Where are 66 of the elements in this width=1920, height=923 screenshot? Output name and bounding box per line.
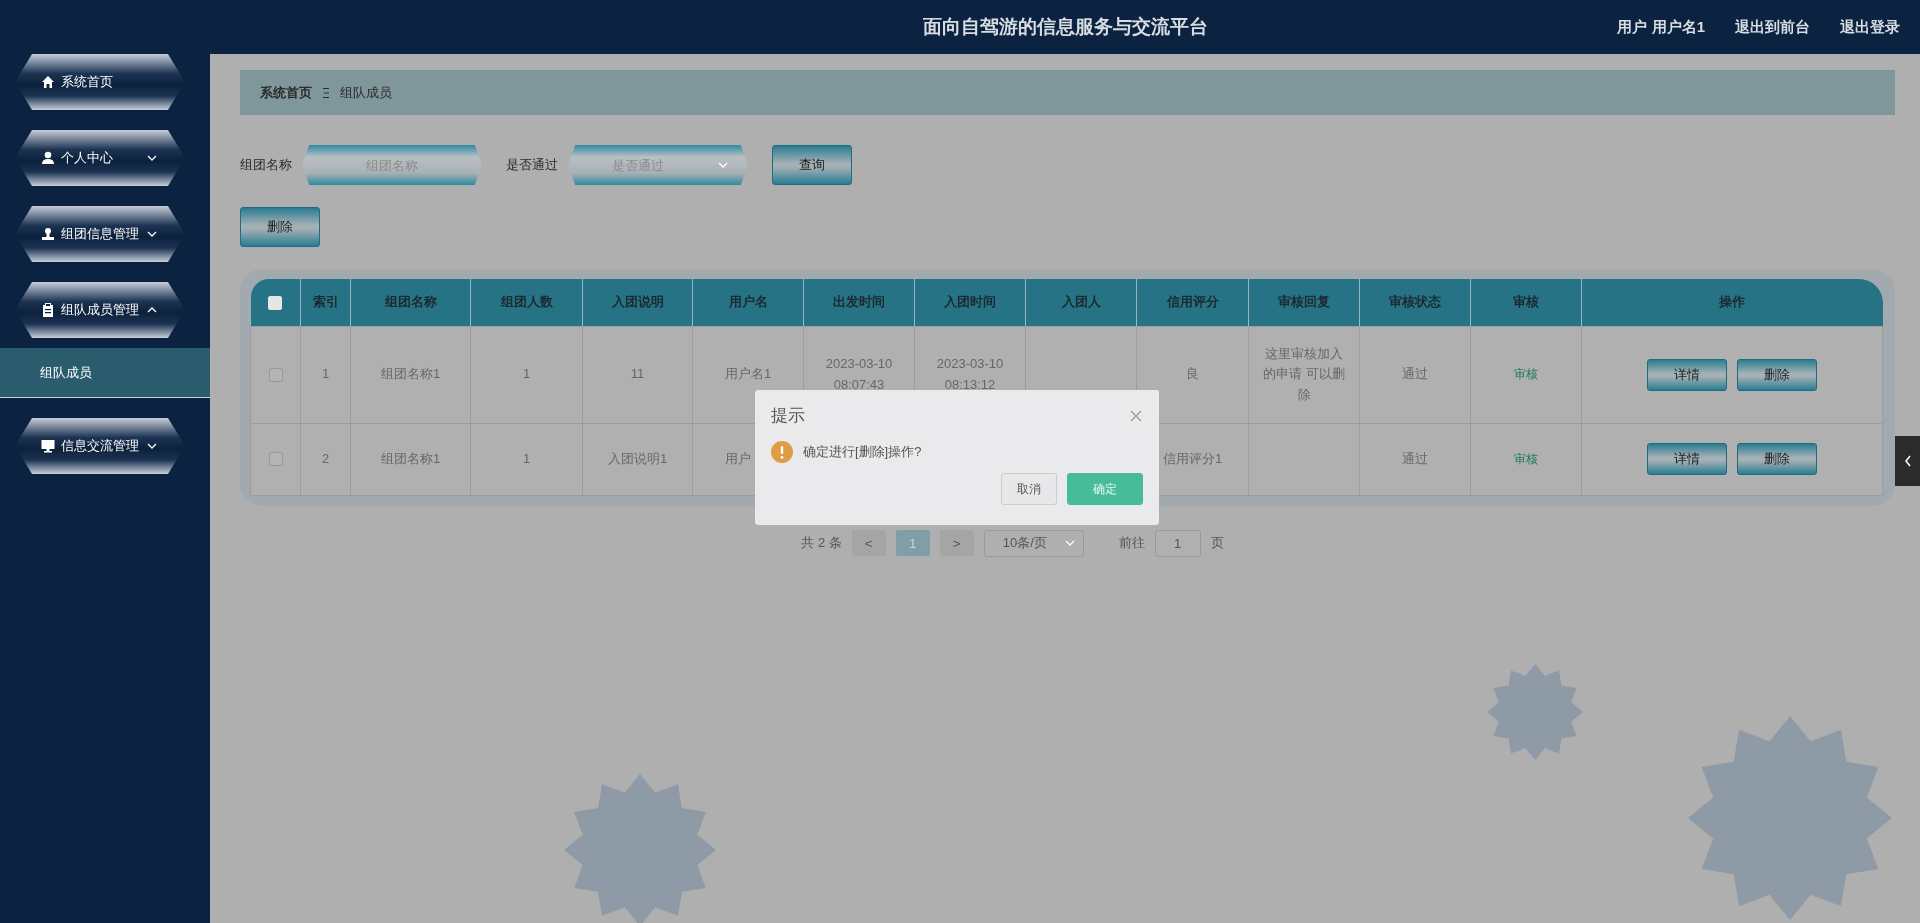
separator-icon [322,86,330,99]
details-button[interactable]: 详情 [1647,358,1727,391]
delete-button[interactable]: 删除 [1737,358,1817,391]
details-button[interactable]: 详情 [1647,443,1727,475]
chevron-icon [1064,538,1075,548]
column-header: 用户名 [692,279,804,326]
table-cell: 组团名称1 [350,326,471,423]
breadcrumb-item[interactable]: 系统首页 [260,83,312,102]
stamp-icon [41,227,55,241]
header-link[interactable]: 退出到前台 [1735,17,1810,37]
sidebar-menu-item[interactable]: 组队成员管理 [15,282,185,338]
app-title: 面向自驾游的信息服务与交流平台 [922,15,1208,39]
monitor-icon [41,439,55,453]
sidebar-submenu-item[interactable]: 组队成员 [0,348,210,398]
column-header: 操作 [1581,279,1883,326]
row-checkbox[interactable] [268,452,283,467]
table-cell: 11 [582,326,693,423]
table-cell: 入团说明1 [582,423,693,495]
table-cell: 良 [1136,326,1249,423]
clipboard-icon [41,303,55,317]
column-header: 入团时间 [914,279,1026,326]
table-cell: 2 [300,423,351,495]
sidebar-menu-item[interactable]: 个人中心 [15,130,185,186]
column-header: 入团说明 [582,279,693,326]
dialog-message: 确定进行[删除]操作? [803,443,922,461]
home-icon [41,75,55,89]
column-header: 组团人数 [470,279,583,326]
sidebar-menu-item[interactable]: 系统首页 [15,54,185,110]
table-cell: 1 [300,326,351,423]
page-size-select[interactable]: 10条/页 [983,529,1084,557]
table-cell: 1 [470,326,583,423]
table-cell: 通过 [1359,326,1471,423]
goto-label: 前往 [1118,534,1145,552]
column-header: 出发时间 [803,279,915,326]
field-label: 组团名称 [240,156,292,174]
select-all-checkbox[interactable] [268,296,283,311]
column-header: 审核 [1470,279,1582,326]
column-header: 索引 [300,279,351,326]
collapse-tab[interactable] [1895,436,1920,486]
header-link[interactable]: 退出登录 [1840,17,1900,37]
breadcrumb-item[interactable]: 组队成员 [340,83,392,102]
user-icon [41,151,55,165]
delete-button[interactable]: 删除 [240,207,320,247]
column-header: 审核回复 [1248,279,1360,326]
table-cell: 通过 [1359,423,1471,495]
column-header: 信用评分 [1136,279,1249,326]
column-header: 审核状态 [1359,279,1471,326]
table-cell: 这里审核加入的申请 可以删除 [1248,326,1360,423]
column-header: 入团人 [1025,279,1137,326]
page-unit: 页 [1210,534,1224,552]
search-button[interactable]: 查询 [772,145,852,185]
warning-icon [771,441,793,463]
cancel-button[interactable]: 取消 [1001,473,1057,505]
sidebar-menu-item[interactable]: 组团信息管理 [15,206,185,262]
table-cell: 组团名称1 [350,423,471,495]
chevron-icon [718,160,728,170]
close-icon[interactable] [1129,408,1143,423]
chevron-left-icon [1903,455,1912,467]
delete-button[interactable]: 删除 [1737,443,1817,475]
column-header: 组团名称 [350,279,471,326]
table-cell: 1 [470,423,583,495]
sidebar-menu-item[interactable]: 信息交流管理 [15,418,185,474]
row-checkbox[interactable] [268,368,283,382]
field-label: 是否通过 [506,156,558,174]
user-name: 用户 用户名1 [1617,17,1705,37]
total-count: 共 2 条 [801,534,842,552]
